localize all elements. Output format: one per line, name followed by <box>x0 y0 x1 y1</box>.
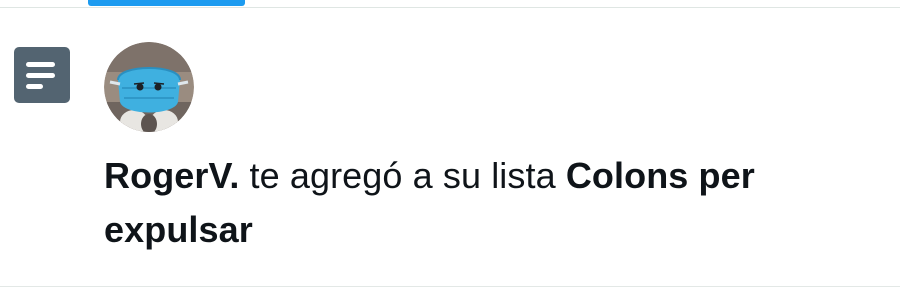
notification-message: RogerV. te agregó a su lista Colons per … <box>104 149 874 257</box>
user-name[interactable]: RogerV. <box>104 155 239 196</box>
bottom-divider <box>0 286 900 287</box>
active-tab-indicator <box>88 0 245 6</box>
action-text: te agregó a su lista <box>239 155 566 196</box>
list-icon <box>14 47 70 103</box>
avatar[interactable] <box>104 42 194 132</box>
list-added-notification[interactable]: RogerV. te agregó a su lista Colons per … <box>0 8 900 286</box>
